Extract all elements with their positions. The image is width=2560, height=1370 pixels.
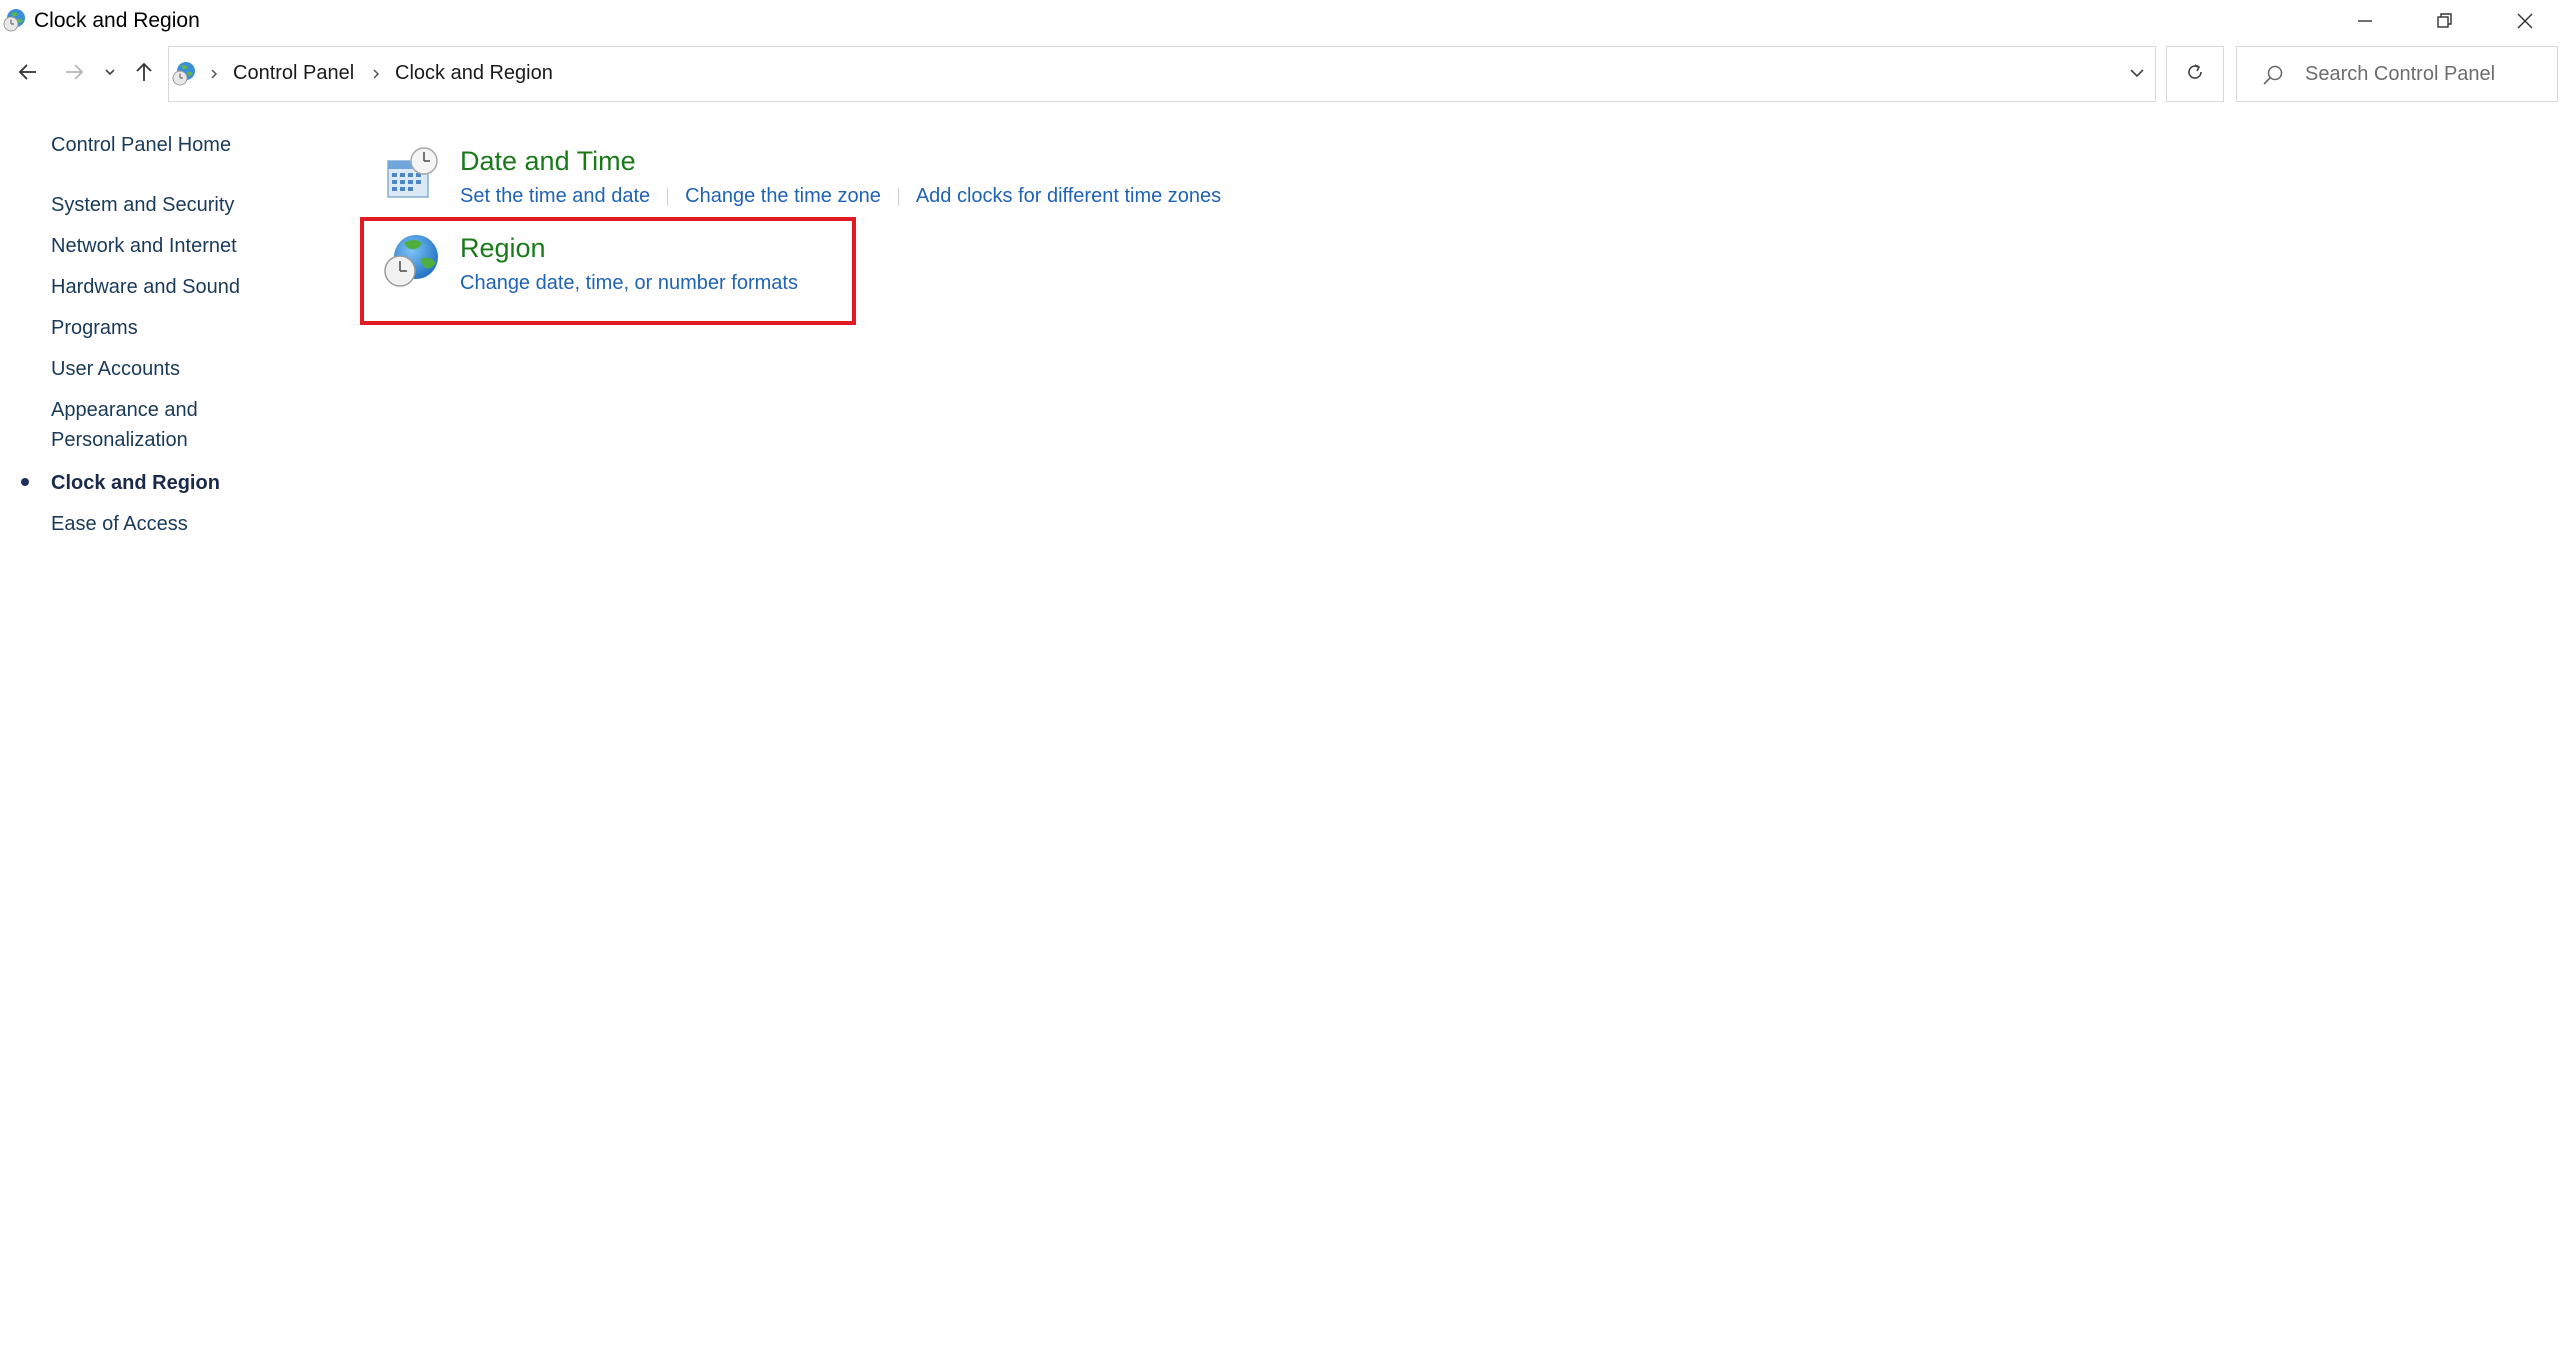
calendar-clock-icon[interactable] [384, 145, 440, 206]
forward-button[interactable] [56, 56, 92, 92]
navigation-bar: Control Panel Clock and Region [0, 44, 2560, 104]
sidebar-item-hardware-and-sound[interactable]: Hardware and Sound [51, 272, 240, 302]
sidebar-item-control-panel-home[interactable]: Control Panel Home [51, 130, 231, 160]
arrow-right-icon [63, 61, 85, 88]
change-time-zone-link[interactable]: Change the time zone [685, 185, 881, 207]
date-and-time-title[interactable]: Date and Time [460, 146, 636, 177]
chevron-right-icon[interactable] [369, 63, 383, 85]
sidebar-item-label: Appearance and [51, 399, 198, 421]
set-time-and-date-link[interactable]: Set the time and date [460, 185, 650, 207]
globe-clock-icon [2, 7, 28, 33]
sidebar-item-label: Personalization [51, 429, 188, 451]
address-bar[interactable]: Control Panel Clock and Region [168, 46, 2156, 102]
chevron-right-icon[interactable] [207, 63, 221, 85]
sidebar-item-ease-of-access[interactable]: Ease of Access [51, 509, 188, 539]
sidebar-item-network-and-internet[interactable]: Network and Internet [51, 231, 237, 261]
back-button[interactable] [10, 56, 46, 92]
add-clocks-link[interactable]: Add clocks for different time zones [916, 185, 1221, 207]
search-box[interactable] [2236, 46, 2558, 102]
arrow-left-icon [17, 61, 39, 88]
sidebar-item-user-accounts[interactable]: User Accounts [51, 354, 180, 384]
sidebar-item-programs[interactable]: Programs [51, 313, 138, 343]
link-separator [897, 187, 899, 206]
date-and-time-links: Set the time and date Change the time zon… [460, 185, 1221, 208]
close-button[interactable] [2485, 0, 2560, 42]
close-icon [2516, 12, 2534, 30]
search-input[interactable] [2305, 59, 2545, 89]
refresh-button[interactable] [2166, 46, 2224, 102]
chevron-down-icon [103, 65, 117, 84]
breadcrumb-clock-and-region[interactable]: Clock and Region [395, 62, 553, 85]
minimize-button[interactable] [2325, 0, 2405, 42]
sidebar-item-clock-and-region[interactable]: Clock and Region [51, 468, 220, 498]
control-panel-icon [169, 59, 199, 89]
title-bar: Clock and Region [0, 0, 2560, 42]
arrow-up-icon [133, 61, 155, 88]
chevron-down-icon [2128, 66, 2146, 85]
refresh-icon [2184, 61, 2206, 88]
address-history-button[interactable] [2121, 61, 2153, 89]
breadcrumb-control-panel[interactable]: Control Panel [233, 62, 354, 85]
sidebar-item-system-and-security[interactable]: System and Security [51, 190, 234, 220]
link-separator [667, 187, 669, 206]
window-title: Clock and Region [34, 9, 200, 32]
sidebar-item-appearance-and-personalization[interactable]: Appearance and Personalization [51, 395, 198, 455]
restore-icon [2436, 12, 2454, 30]
highlight-annotation [360, 217, 856, 325]
minimize-icon [2356, 12, 2374, 30]
current-page-bullet [21, 478, 29, 486]
recent-locations-button[interactable] [96, 56, 124, 92]
up-button[interactable] [126, 56, 162, 92]
restore-button[interactable] [2405, 0, 2485, 42]
search-icon [2261, 63, 2285, 92]
